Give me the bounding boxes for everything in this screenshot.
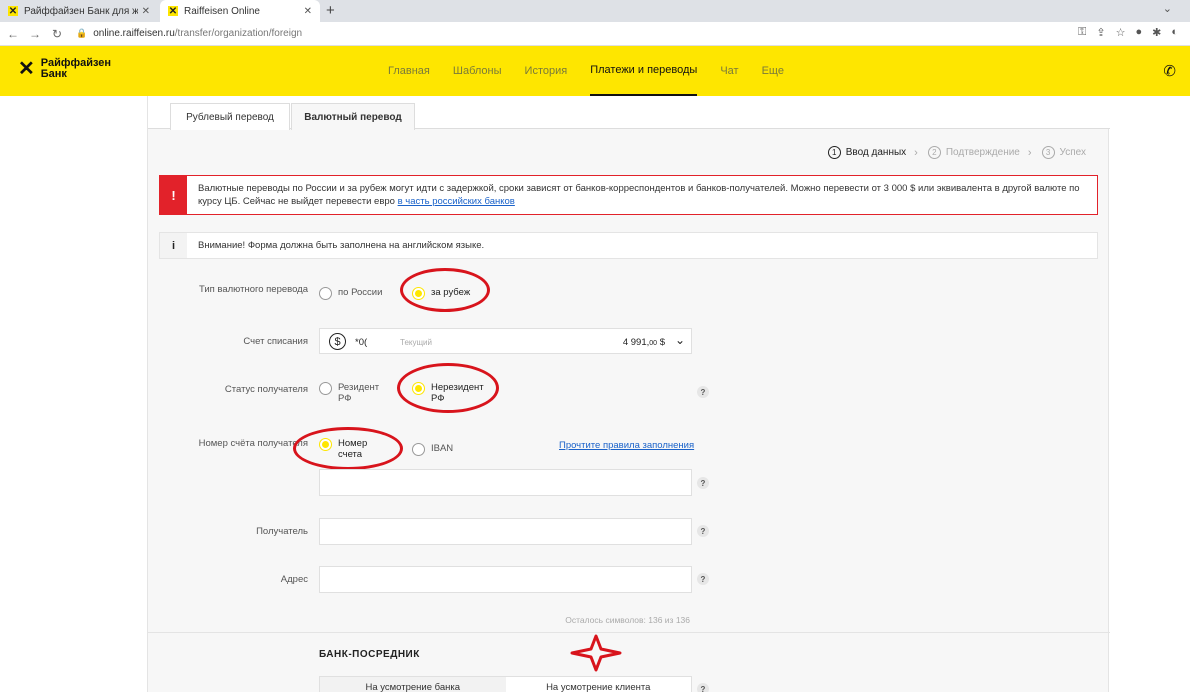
section-divider [148,632,1110,633]
tab-currency-transfer[interactable]: Валютный перевод [291,103,415,130]
warning-icon: ! [160,176,187,214]
browser-tab-1[interactable]: ✕ Райффайзен Банк для жизни и ✕ [0,0,158,22]
account-type: Текущий [400,338,432,347]
address-input[interactable] [319,566,692,593]
address-label: Адрес [280,574,308,585]
reload-icon[interactable]: ↻ [48,27,66,41]
option-bank-discretion[interactable]: На усмотрение банка [320,677,506,692]
radio-circle [319,287,332,300]
highlight-circle [293,427,403,470]
raiffeisen-favicon-icon: ✕ [168,5,178,17]
step-input: 1 Ввод данных › [827,146,918,159]
url-field[interactable]: 🔒 online.raiffeisen.ru/transfer/organiza… [76,28,302,39]
star-annotation-icon [570,634,622,672]
option-client-discretion[interactable]: На усмотрение клиента [505,677,691,692]
close-tab-icon[interactable]: ✕ [142,6,150,17]
radio-circle [412,443,425,456]
info-text: Внимание! Форма должна быть заполнена на… [198,240,485,251]
transfer-tabs: Рублевый перевод Валютный перевод [148,96,1110,130]
browser-toolbar-icons: ⚿ ⇪ ☆ ● ✱ ◐ [1078,26,1178,39]
recipient-label: Получатель [256,526,308,537]
account-balance: 4 991,00 $ [622,337,665,348]
step-success: 3 Успех [1041,146,1086,159]
radio-circle [319,382,332,395]
site-header: ✕ Райффайзен Банк Главная Шаблоны История… [0,46,1190,96]
russian-banks-link[interactable]: в часть российских банков [398,196,515,207]
help-icon[interactable]: ? [697,683,709,692]
browser-tab-bar: ✕ Райффайзен Банк для жизни и ✕ ✕ Raiffe… [0,0,1190,22]
tab-ruble-transfer[interactable]: Рублевый перевод [170,103,290,130]
radio-russia[interactable]: по России [319,287,382,300]
account-label: Счет списания [243,336,308,347]
transfer-type-label: Тип валютного перевода [198,284,308,295]
nav-item-home[interactable]: Главная [388,46,430,96]
share-icon[interactable]: ⇪ [1096,26,1105,39]
browser-address-bar: ← → ↻ 🔒 online.raiffeisen.ru/transfer/or… [0,22,1190,46]
new-tab-button[interactable]: + [326,2,335,19]
chars-left-counter: Осталось символов: 136 из 136 [565,615,690,625]
step-confirm: 2 Подтверждение › [927,146,1032,159]
raiffeisen-favicon-icon: ✕ [8,5,18,17]
close-tab-icon[interactable]: ✕ [304,6,312,17]
nav-item-templates[interactable]: Шаблоны [453,46,502,96]
key-icon[interactable]: ⚿ [1078,26,1086,39]
radio-resident[interactable]: Резидент РФ [319,382,389,404]
forward-arrow-icon[interactable]: → [26,27,44,41]
intermediary-bank-title: БАНК-ПОСРЕДНИК [319,649,420,660]
puzzle-icon[interactable]: ✱ [1152,26,1161,39]
url-path: /transfer/organization/foreign [174,28,303,39]
nav-item-more[interactable]: Еще [762,46,784,96]
help-icon[interactable]: ? [697,525,709,537]
dollar-icon: $ [329,333,346,350]
browser-tab-title: Райффайзен Банк для жизни и [24,5,138,17]
chevron-right-icon: › [914,146,918,159]
chevron-down-icon: ⌄ [674,333,685,347]
chevron-right-icon: › [1027,146,1032,159]
info-banner: i Внимание! Форма должна быть заполнена … [159,232,1098,259]
recipient-status-label: Статус получателя [224,384,308,395]
nav-item-chat[interactable]: Чат [720,46,738,96]
extension-icon[interactable]: ● [1135,26,1142,39]
profile-icon[interactable]: ◐ [1171,26,1178,39]
help-icon[interactable]: ? [697,573,709,585]
account-number-label: Номер счёта получателя [198,438,308,449]
tab-search-chevron-icon[interactable]: ⌄ [1163,2,1172,15]
help-icon[interactable]: ? [697,477,709,489]
browser-tab-2[interactable]: ✕ Raiffeisen Online ✕ [160,0,320,22]
star-bookmark-icon[interactable]: ☆ [1116,26,1126,39]
account-number-input[interactable] [319,469,692,496]
raiffeisen-logo[interactable]: ✕ Райффайзен Банк [18,58,111,80]
intermediary-bank-toggle: На усмотрение банка На усмотрение клиент… [319,676,692,692]
warning-text: Валютные переводы по России и за рубеж м… [198,183,1080,207]
back-arrow-icon[interactable]: ← [4,27,22,41]
help-icon[interactable]: ? [697,386,709,398]
nav-item-payments[interactable]: Платежи и переводы [590,46,698,96]
recipient-input[interactable] [319,518,692,545]
highlight-circle [397,363,499,413]
transfer-form-panel: Рублевый перевод Валютный перевод 1 Ввод … [147,96,1110,692]
logo-text: Райффайзен Банк [40,57,112,80]
highlight-circle [400,268,490,312]
progress-steps: 1 Ввод данных › 2 Подтверждение › 3 Успех [818,146,1086,159]
url-host: online.raiffeisen.ru [93,28,175,39]
radio-iban[interactable]: IBAN [412,443,453,456]
filling-rules-link[interactable]: Прочтите правила заполнения [559,440,694,451]
phone-icon[interactable]: ✆ [1163,62,1176,80]
nav-item-history[interactable]: История [525,46,568,96]
lock-icon: 🔒 [76,28,88,38]
raiffeisen-logo-icon: ✕ [18,58,35,80]
warning-banner: ! Валютные переводы по России и за рубеж… [159,175,1098,215]
account-number: *0( [355,337,368,348]
account-select[interactable]: $ *0( Текущий 4 991,00 $ ⌄ [319,328,692,354]
main-nav: Главная Шаблоны История Платежи и перево… [388,46,807,96]
info-icon: i [160,233,187,258]
browser-tab-title: Raiffeisen Online [184,5,260,17]
